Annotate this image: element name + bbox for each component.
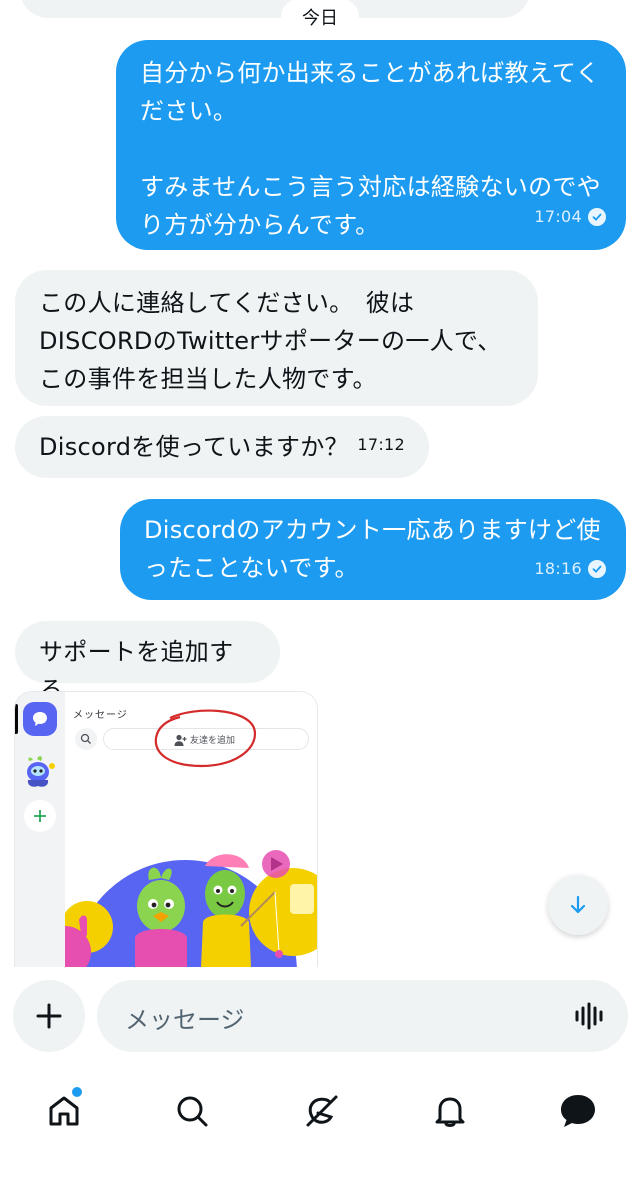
image-attachment[interactable]: メッセージ 友達を追加 bbox=[14, 691, 318, 967]
message-composer: メッセージ bbox=[0, 967, 641, 1067]
message-time: 17:04 bbox=[534, 207, 582, 226]
tab-grok[interactable] bbox=[292, 1081, 352, 1141]
previous-bubble-outgoing-edge bbox=[420, 0, 530, 16]
message-time: 18:16 bbox=[534, 559, 582, 578]
tab-messages[interactable] bbox=[548, 1081, 608, 1141]
discord-server-sidebar bbox=[15, 692, 65, 967]
grok-icon bbox=[306, 1095, 338, 1127]
add-server-button[interactable] bbox=[24, 800, 56, 832]
message-text: Discordのアカウント一応ありますけど使 ったことないです。 bbox=[144, 516, 601, 582]
message-time: 17:12 bbox=[357, 435, 405, 454]
discord-main-panel: メッセージ 友達を追加 bbox=[65, 692, 317, 967]
message-outgoing-1[interactable]: 自分から何か出来ることがあれば教えてく ださい。 すみませんこう言う対応は経験な… bbox=[116, 40, 626, 250]
message-incoming-1[interactable]: この人に連絡してください。 彼は DISCORDのTwitterサポーターの一人… bbox=[15, 270, 538, 406]
annotation-circle bbox=[154, 709, 257, 768]
scroll-to-bottom-button[interactable] bbox=[548, 875, 608, 935]
search-icon bbox=[177, 1096, 208, 1127]
message-meta: 17:04 bbox=[534, 198, 606, 236]
message-meta: 17:12 bbox=[357, 426, 405, 464]
message-text: 自分から何か出来ることがあれば教えてく ださい。 すみませんこう言う対応は経験な… bbox=[140, 59, 601, 239]
tab-search[interactable] bbox=[162, 1081, 222, 1141]
home-icon bbox=[49, 1096, 79, 1126]
notification-dot bbox=[72, 1087, 82, 1097]
message-incoming-2[interactable]: Discordを使っていますか？ 17:12 bbox=[15, 416, 429, 478]
date-separator: 今日 bbox=[282, 0, 358, 34]
discord-header: メッセージ bbox=[73, 710, 128, 721]
add-media-button[interactable] bbox=[13, 980, 85, 1052]
plus-icon bbox=[36, 1003, 62, 1029]
message-text: この人に連絡してください。 彼は DISCORDのTwitterサポーターの一人… bbox=[39, 289, 502, 393]
server-active-indicator bbox=[15, 704, 18, 734]
message-outgoing-2[interactable]: Discordのアカウント一応ありますけど使 ったことないです。 18:16 bbox=[120, 499, 626, 600]
bottom-tab-bar bbox=[0, 1067, 641, 1200]
date-label: 今日 bbox=[302, 8, 338, 29]
discord-illustration bbox=[65, 850, 317, 967]
message-incoming-3[interactable]: サポートを追加する bbox=[15, 621, 280, 704]
bell-icon bbox=[435, 1097, 465, 1127]
discord-dm-icon bbox=[23, 702, 57, 736]
mascot-server-icon bbox=[23, 754, 57, 790]
tab-home[interactable] bbox=[34, 1081, 94, 1141]
tab-notifications[interactable] bbox=[420, 1081, 480, 1141]
arrow-down-icon bbox=[570, 895, 586, 914]
message-input[interactable]: メッセージ bbox=[97, 980, 628, 1052]
voice-message-icon[interactable] bbox=[574, 1002, 606, 1030]
read-check-icon bbox=[588, 560, 606, 578]
message-meta: 18:16 bbox=[534, 550, 606, 588]
message-input-placeholder: メッセージ bbox=[125, 1006, 245, 1034]
message-text: Discordを使っていますか？ bbox=[39, 433, 349, 461]
messages-icon bbox=[561, 1095, 595, 1127]
discord-search-icon[interactable] bbox=[75, 728, 97, 750]
read-check-icon bbox=[588, 208, 606, 226]
